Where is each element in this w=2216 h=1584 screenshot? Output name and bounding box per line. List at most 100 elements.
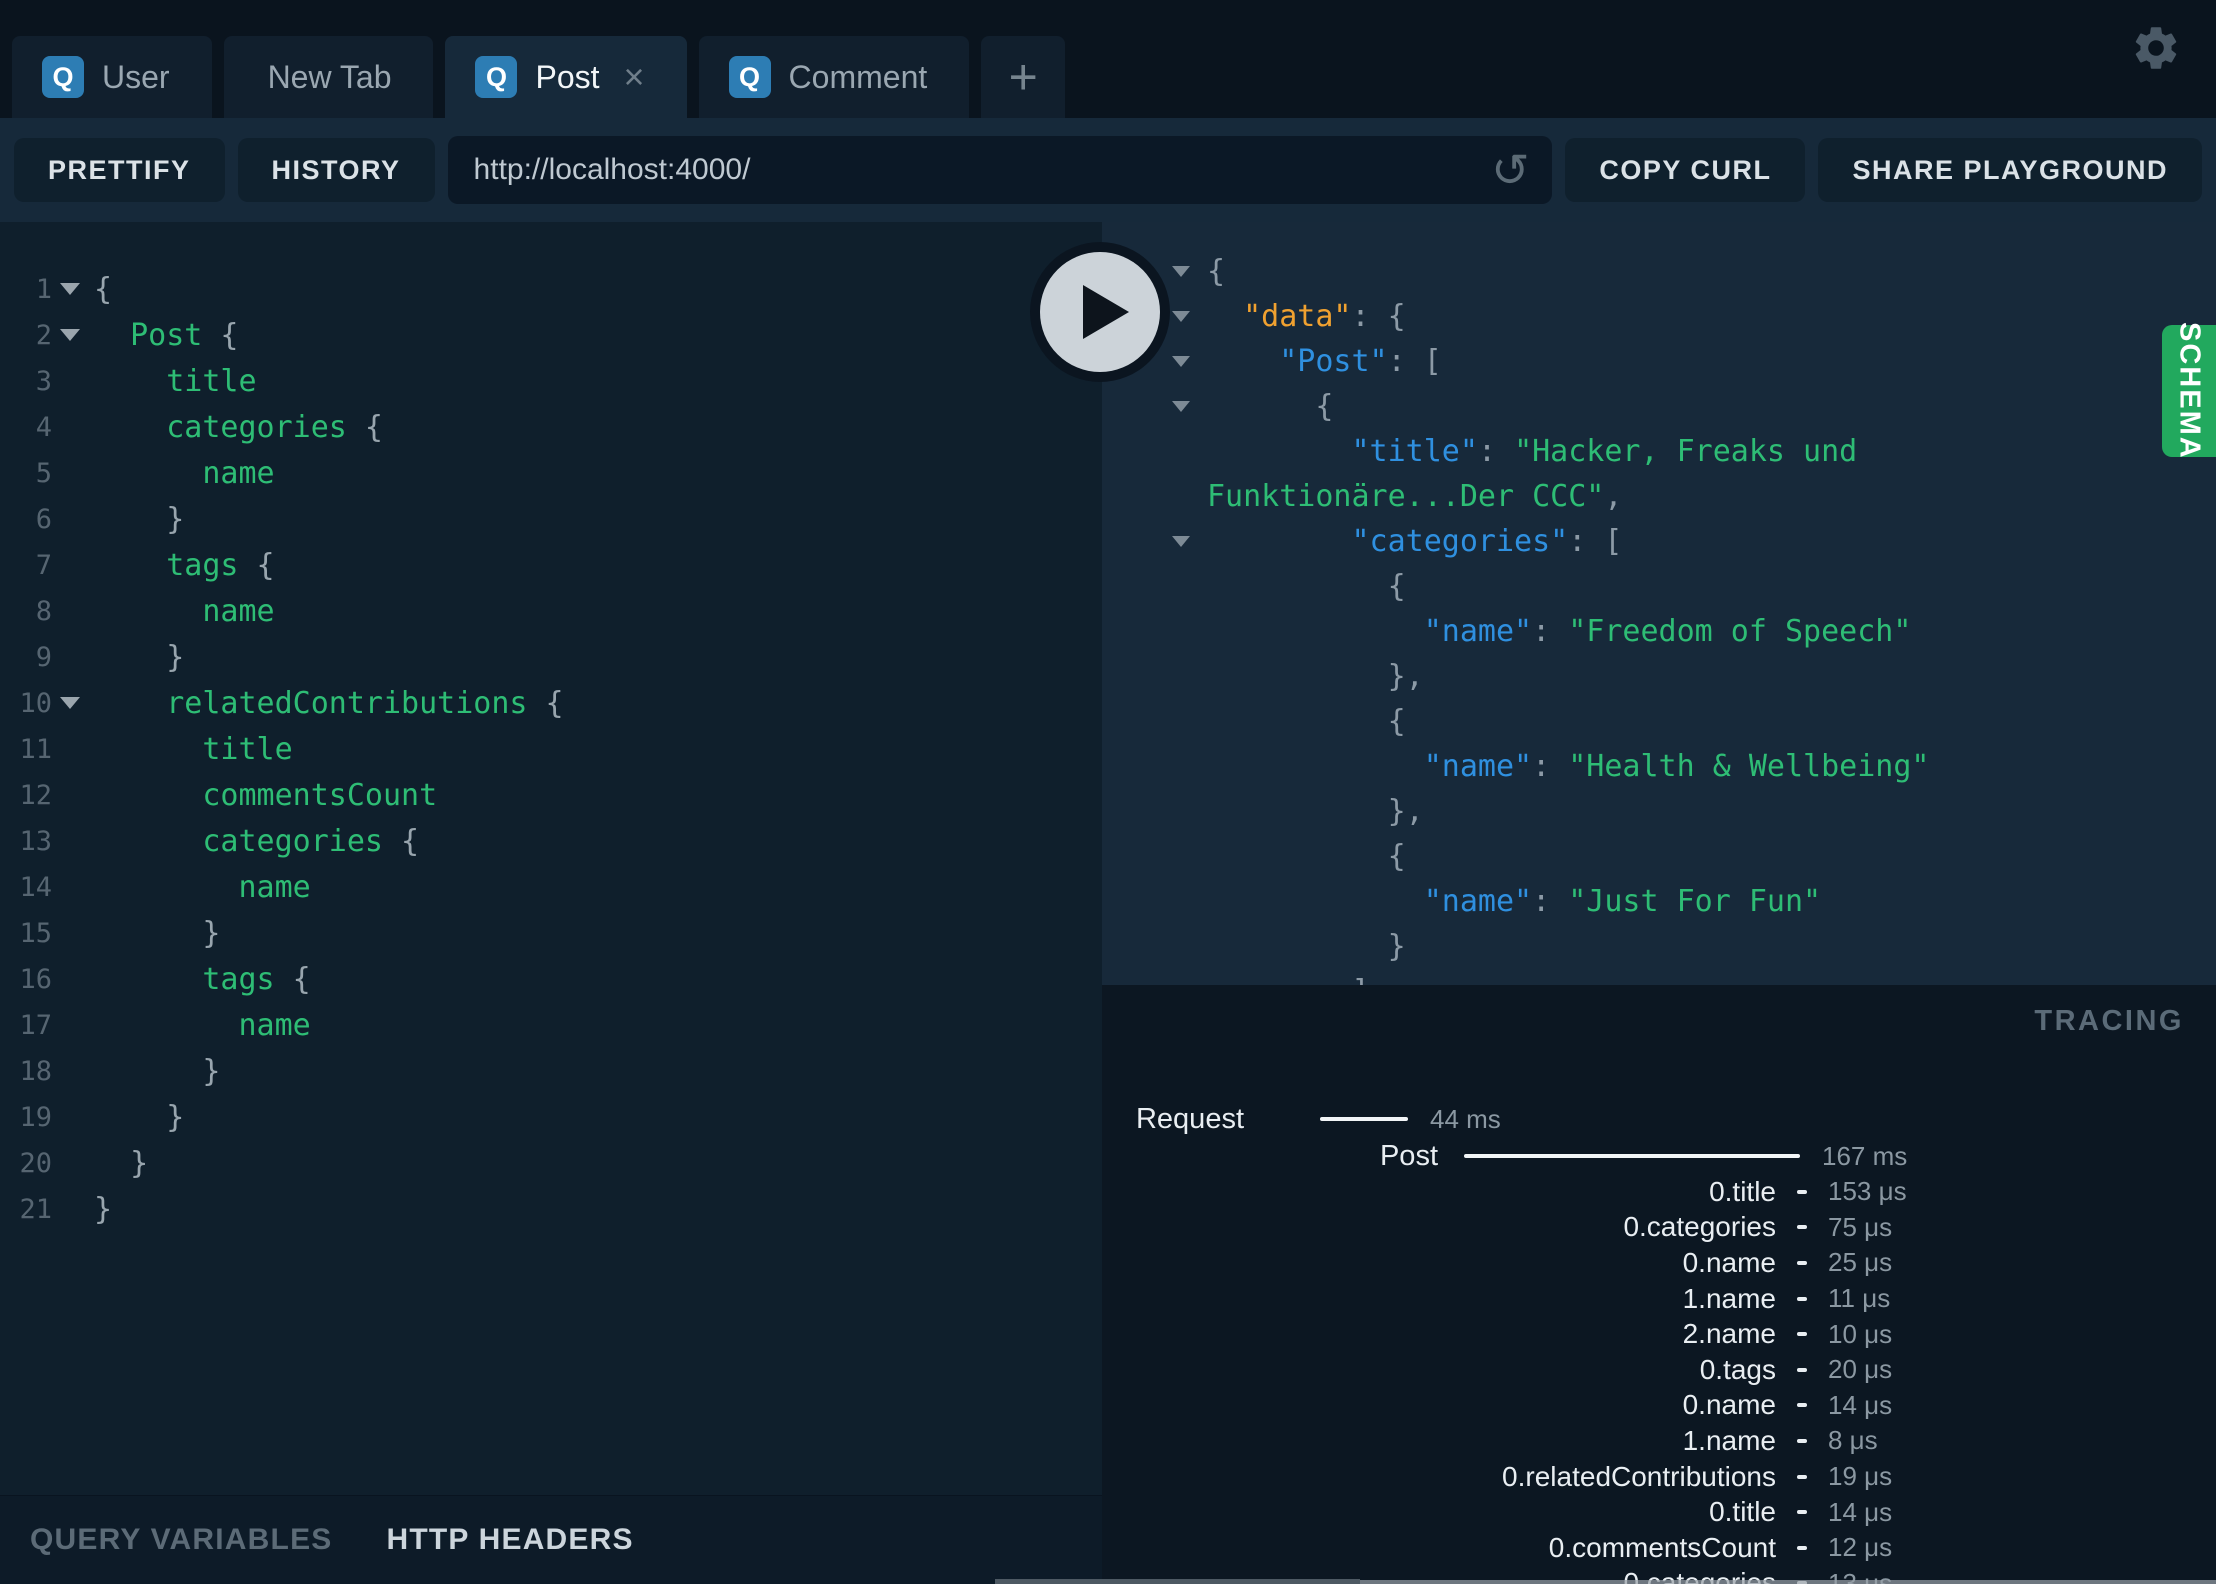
trace-duration: 167 ms	[1822, 1140, 1908, 1171]
graphql-playground-window: Q User New Tab Q Post × Q Comment + PRETTIFY HI…	[0, 0, 2216, 1584]
response-code: "categories": [	[1207, 524, 1623, 559]
query-code: name	[88, 594, 274, 629]
fold-arrow-icon[interactable]	[52, 329, 88, 341]
editor-line[interactable]: 14 name	[0, 864, 1102, 910]
chevron-down-icon	[1172, 311, 1190, 322]
collapse-arrow-icon[interactable]	[1172, 356, 1207, 367]
query-code: }	[88, 916, 220, 951]
toolbar: PRETTIFY HISTORY http://localhost:4000/ …	[0, 118, 2216, 222]
tab-label: Comment	[788, 58, 928, 95]
fold-arrow-icon[interactable]	[52, 697, 88, 709]
prettify-button[interactable]: PRETTIFY	[14, 138, 225, 202]
tick-mark	[1797, 1225, 1807, 1230]
code-token: title	[166, 363, 257, 399]
code-token: }	[202, 915, 221, 951]
editor-footer: QUERY VARIABLES HTTP HEADERS	[0, 1495, 1102, 1584]
schema-sidetab[interactable]: SCHEMA	[2162, 322, 2216, 460]
horizontal-scrollbar-thumb[interactable]	[995, 1579, 1360, 1584]
trace-tick	[1776, 1545, 1828, 1550]
editor-line[interactable]: 15 }	[0, 910, 1102, 956]
editor-line[interactable]: 8 name	[0, 588, 1102, 634]
code-token: tags	[202, 961, 275, 997]
code-token: {	[202, 317, 239, 353]
editor-line[interactable]: 16 tags {	[0, 956, 1102, 1002]
tab-user[interactable]: Q User	[12, 36, 212, 118]
code-token: {	[383, 823, 420, 859]
play-icon	[1083, 285, 1129, 339]
http-headers-tab[interactable]: HTTP HEADERS	[387, 1523, 634, 1557]
response-line: "title": "Hacker, Freaks und	[1102, 429, 2216, 474]
query-code: tags {	[88, 548, 274, 583]
editor-line[interactable]: 4 categories {	[0, 404, 1102, 450]
query-code: Post {	[88, 317, 239, 353]
editor-line[interactable]: 7 tags {	[0, 542, 1102, 588]
code-token: categories	[166, 409, 347, 445]
code-token: {	[274, 961, 311, 997]
trace-tick	[1776, 1296, 1828, 1301]
query-code: title	[88, 363, 257, 399]
history-button[interactable]: HISTORY	[237, 138, 435, 202]
copy-curl-button[interactable]: COPY CURL	[1565, 138, 1806, 202]
query-variables-tab[interactable]: QUERY VARIABLES	[30, 1523, 333, 1557]
line-number: 18	[19, 1055, 52, 1087]
line-number: 15	[19, 917, 52, 949]
response-line: {	[1102, 564, 2216, 609]
tab-comment[interactable]: Q Comment	[698, 36, 970, 118]
tick-mark	[1797, 1474, 1807, 1479]
tick-mark	[1797, 1367, 1807, 1372]
tab-post[interactable]: Q Post ×	[445, 36, 687, 118]
code-token: "name"	[1423, 749, 1533, 784]
chevron-down-icon	[1172, 356, 1190, 367]
settings-button[interactable]	[2130, 22, 2182, 74]
editor-line[interactable]: 11 title	[0, 726, 1102, 772]
query-code: }	[88, 1146, 148, 1181]
editor-line[interactable]: 2 Post {	[0, 312, 1102, 358]
trace-tick	[1776, 1474, 1828, 1479]
close-tab-icon[interactable]: ×	[624, 59, 645, 95]
execute-query-button[interactable]	[1030, 242, 1170, 382]
editor-line[interactable]: 13 categories {	[0, 818, 1102, 864]
endpoint-url-input[interactable]: http://localhost:4000/ ↺	[447, 136, 1553, 204]
tab-new-tab[interactable]: New Tab	[223, 36, 434, 118]
code-token: "Freedom of Speech"	[1568, 614, 1912, 649]
code-token: "Post"	[1279, 344, 1388, 379]
tick-mark	[1797, 1403, 1807, 1408]
response-code: Funktionäre...Der CCC",	[1207, 479, 1622, 514]
editor-line[interactable]: 10 relatedContributions {	[0, 680, 1102, 726]
editor-line[interactable]: 17 name	[0, 1002, 1102, 1048]
editor-line[interactable]: 12 commentsCount	[0, 772, 1102, 818]
new-tab-button[interactable]: +	[981, 36, 1066, 118]
fold-arrow-icon[interactable]	[52, 283, 88, 295]
editor-line[interactable]: 1{	[0, 266, 1102, 312]
response-line: Funktionäre...Der CCC",	[1102, 474, 2216, 519]
reload-schema-icon[interactable]: ↺	[1486, 144, 1534, 196]
horizontal-scrollbar-track[interactable]	[1360, 1580, 2216, 1584]
editor-line[interactable]: 18 }	[0, 1048, 1102, 1094]
response-code: "name": "Health & Wellbeing"	[1207, 749, 1930, 784]
editor-line[interactable]: 20 }	[0, 1140, 1102, 1186]
line-number: 14	[19, 871, 52, 903]
trace-field-row: 0.relatedContributions 19 μs	[1102, 1459, 2216, 1495]
query-editor-pane[interactable]: 1{2 Post {3 title 4 categories {5 name 6 }…	[0, 222, 1102, 1584]
trace-tick	[1776, 1332, 1828, 1337]
editor-line[interactable]: 9 }	[0, 634, 1102, 680]
collapse-arrow-icon[interactable]	[1172, 401, 1207, 412]
editor-line[interactable]: 3 title	[0, 358, 1102, 404]
trace-field-label: 2.name	[1682, 1318, 1776, 1350]
collapse-arrow-icon[interactable]	[1172, 536, 1207, 547]
editor-line[interactable]: 5 name	[0, 450, 1102, 496]
collapse-arrow-icon[interactable]	[1172, 266, 1207, 277]
editor-line[interactable]: 21}	[0, 1186, 1102, 1232]
code-token: {	[94, 271, 113, 307]
response-line: {	[1102, 699, 2216, 744]
editor-line[interactable]: 19 }	[0, 1094, 1102, 1140]
collapse-arrow-icon[interactable]	[1172, 311, 1207, 322]
trace-field-duration: 20 μs	[1828, 1354, 1893, 1385]
line-number: 21	[19, 1193, 52, 1225]
share-playground-button[interactable]: SHARE PLAYGROUND	[1818, 138, 2202, 202]
editor-line[interactable]: 6 }	[0, 496, 1102, 542]
line-number: 5	[35, 457, 52, 489]
tracing-title: TRACING	[2034, 1005, 2184, 1037]
code-token: ]	[1352, 974, 1370, 985]
line-number: 10	[19, 687, 52, 719]
